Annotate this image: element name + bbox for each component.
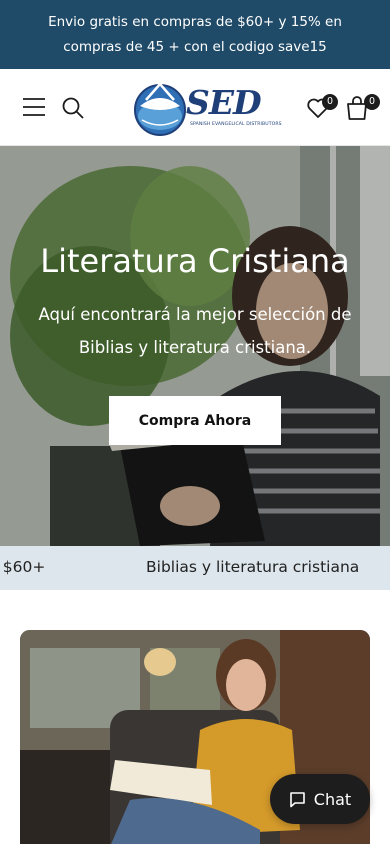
marquee-item: S $60+: [0, 558, 46, 576]
logo-subtext: SPANISH EVANGELICAL DISTRIBUTORS: [190, 122, 282, 127]
marquee-item: Biblias y literatura cristiana: [146, 558, 360, 576]
announcement-bar: Envio gratis en compras de $60+ y 15% en…: [0, 0, 390, 69]
globe-logo-icon: [134, 82, 186, 136]
cart-count-badge: 0: [364, 94, 380, 110]
chat-bubble-icon: [289, 791, 305, 807]
chat-button[interactable]: Chat: [270, 774, 370, 824]
wishlist-count-badge: 0: [322, 94, 338, 110]
logo-wordmark: SED: [186, 83, 262, 122]
scrolling-marquee: S $60+ Biblias y literatura cristiana: [0, 546, 390, 590]
sed-logo[interactable]: SED SPANISH EVANGELICAL DISTRIBUTORS: [132, 77, 282, 137]
menu-icon[interactable]: [22, 97, 46, 117]
search-icon[interactable]: [61, 96, 85, 120]
hero-subtitle: Aquí encontrará la mejor selección de Bi…: [38, 305, 352, 357]
shop-now-button[interactable]: Compra Ahora: [109, 396, 281, 445]
hero-title: Literatura Cristiana: [40, 242, 350, 280]
site-header: SED SPANISH EVANGELICAL DISTRIBUTORS 0 0: [0, 69, 390, 146]
chat-label: Chat: [313, 789, 352, 809]
announcement-text: Envio gratis en compras de $60+ y 15% en…: [48, 13, 342, 55]
hero-banner: Literatura Cristiana Aquí encontrará la …: [0, 146, 390, 546]
